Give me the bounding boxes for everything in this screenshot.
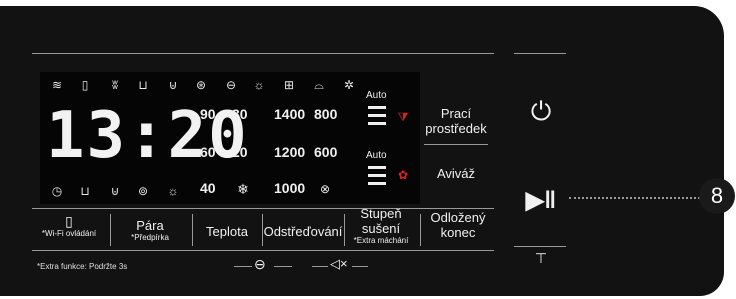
callout-badge: 8 [699, 178, 735, 214]
button-sub-label: *Extra máchání [353, 236, 409, 245]
spin-value: 1000 [274, 180, 306, 196]
power-icon[interactable]: ⏻ [526, 96, 556, 128]
button-row-bottom-divider [32, 250, 494, 251]
iron-icon: ⌓ [314, 78, 324, 92]
phone-icon: ▯ [65, 213, 73, 229]
spin-value: 1400 [274, 106, 306, 122]
right-top-divider [514, 53, 566, 54]
label-divider [424, 144, 488, 145]
sun-small-icon: ☼ [167, 184, 179, 198]
spin-button[interactable]: Odstřeďování [262, 224, 344, 239]
steam-icon: ʬ [112, 78, 118, 92]
snowflake-icon: ❄ [237, 181, 249, 197]
button-label: Odložený konec [430, 210, 486, 240]
button-row-top-divider [32, 208, 494, 209]
softener-label: Aviváž [436, 166, 476, 181]
extra-function-note: *Extra funkce: Podržte 3s [37, 262, 128, 271]
temperature-button[interactable]: Teplota [194, 224, 260, 239]
spin-value: 800 [314, 106, 338, 122]
child-lock-line [274, 266, 292, 267]
wifi-icon: ≋ [51, 78, 63, 92]
time-display: 13:20 [46, 99, 249, 173]
steam-button[interactable]: Pára *Předpírka [112, 218, 188, 243]
delay-end-button[interactable]: Odložený konec [420, 210, 496, 240]
fan-icon: ✲ [343, 78, 355, 92]
softener-level-bars [368, 166, 386, 190]
control-panel: ≋ ▯ ʬ ⊔ ⊍ ⊛ ⊖ ☼ ⊞ ⌓ ✲ ◷ ⊔ ⊍ ⊚ ☼ 90 30 60… [0, 6, 724, 296]
phone-icon: ▯ [81, 78, 89, 92]
eye-lock-icon[interactable]: ⊖ [254, 256, 266, 273]
right-bottom-divider [514, 246, 566, 247]
prewash-icon: ⊍ [168, 78, 178, 92]
mute-line [352, 266, 368, 267]
eye-icon: ⊖ [225, 78, 237, 92]
shirt-iron-icon: ⊞ [283, 78, 295, 92]
mute-line [312, 266, 328, 267]
button-sub-label: *Wi-Fi ovládání [41, 229, 97, 238]
no-spin-icon: ⊗ [319, 182, 331, 196]
child-lock-line [234, 266, 252, 267]
drying-level-button[interactable]: Stupeň sušení *Extra máchání [344, 206, 418, 246]
button-separator [192, 214, 193, 246]
lock-icon: ⊛ [195, 78, 207, 92]
button-separator [110, 214, 111, 246]
spin-value: 600 [314, 144, 338, 160]
button-sub-label: *Předpírka [131, 233, 169, 242]
auto-label: Auto [366, 90, 387, 101]
detergent-icon: ⧩ [397, 110, 409, 124]
tub-icon: ⊔ [138, 78, 148, 92]
tub-mid-icon: ⊍ [110, 184, 120, 198]
mute-icon[interactable]: ◁× [330, 256, 348, 272]
button-label: Odstřeďování [263, 224, 343, 239]
start-pause-icon[interactable]: ▶‖ [524, 186, 558, 215]
sun-icon: ☼ [253, 78, 265, 92]
auto-label: Auto [366, 150, 387, 161]
wifi-control-button[interactable]: ▯ *Wi-Fi ovládání [34, 214, 104, 239]
spin-value: 1200 [274, 144, 306, 160]
temp-value: 40 [200, 180, 216, 196]
callout-leader [569, 197, 700, 199]
button-label: Stupeň sušení [360, 206, 402, 236]
button-label: Pára [136, 218, 164, 233]
tub-low-icon: ⊔ [80, 184, 90, 198]
clock-icon: ◷ [51, 184, 63, 198]
top-divider [32, 53, 494, 54]
tub-high-icon: ⊚ [137, 184, 149, 198]
softener-icon: ✿ [397, 168, 409, 182]
add-garment-icon[interactable]: ⊤ [528, 250, 554, 267]
button-label: Teplota [206, 224, 248, 239]
detergent-label: Prací prostředek [425, 106, 487, 136]
detergent-level-bars [368, 106, 386, 130]
